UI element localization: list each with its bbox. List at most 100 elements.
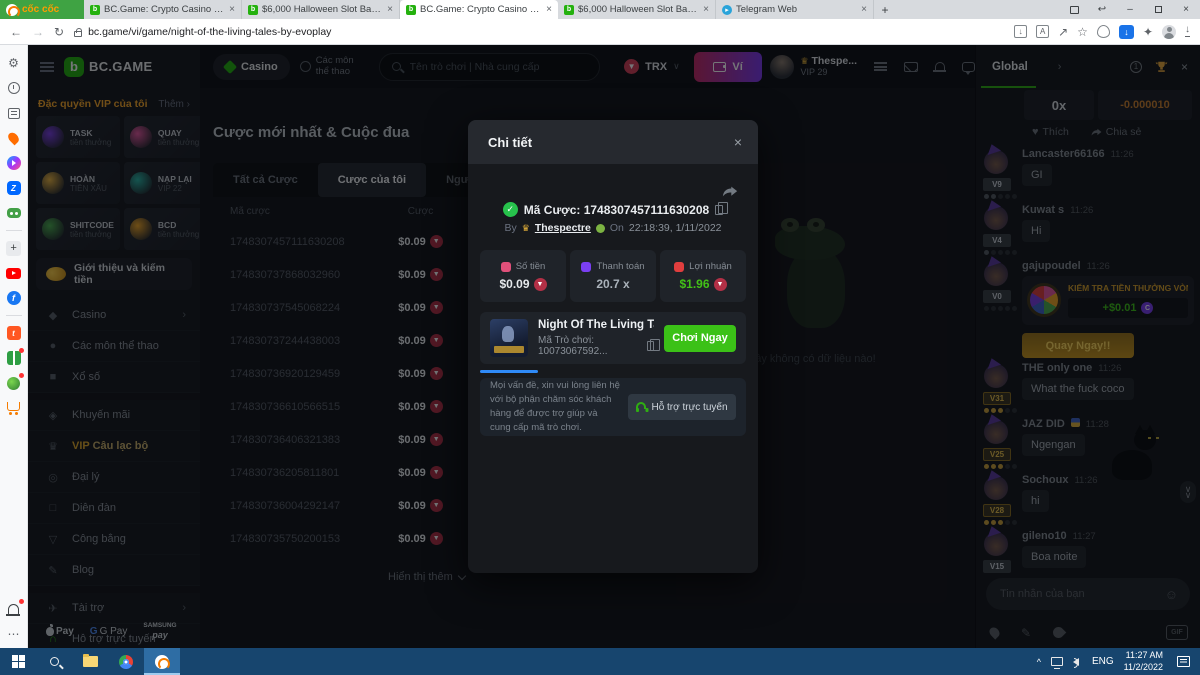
file-explorer-icon[interactable] (72, 648, 108, 675)
verified-shield-icon: ✓ (502, 202, 518, 217)
add-shortcut-icon[interactable]: + (6, 240, 22, 256)
game-id-value: 10073067592... (538, 346, 608, 357)
extensions-icon[interactable]: ✦ (1143, 26, 1153, 38)
coccoc-taskbar-icon[interactable] (144, 648, 180, 675)
sidebar-divider (5, 230, 22, 231)
send-to-device-icon[interactable]: ↓ (1014, 25, 1028, 38)
notification-bell-icon[interactable] (6, 599, 24, 617)
screen: cốc cốc b BC.Game: Crypto Casino Gan × b $6,… (0, 0, 1200, 675)
modal-title: Chi tiết (488, 134, 533, 150)
chrome-icon[interactable] (108, 648, 144, 675)
browser-tab[interactable]: b $6,000 Halloween Slot Battle × (558, 0, 716, 19)
bcgame-app: b BC.GAME Đặc quyền VIP của tôi Thêm › T… (28, 45, 1200, 648)
coccoc-brand[interactable]: cốc cốc (0, 0, 84, 19)
telegram-favicon-icon: ▸ (722, 4, 732, 15)
bookmark-star-icon[interactable]: ☆ (1077, 26, 1088, 38)
start-button[interactable] (0, 648, 36, 675)
tab-close-icon[interactable]: × (229, 4, 235, 15)
bet-id-row: ✓ Mã Cược: 1748307457111630208 (468, 202, 758, 217)
tab-close-icon[interactable]: × (546, 4, 552, 15)
copy-bet-id-icon[interactable] (715, 202, 729, 215)
game-ball-icon[interactable] (6, 373, 24, 391)
tiki-shop-icon[interactable]: t (6, 325, 22, 341)
address-bar-actions: ↓ A ↗ ☆ ↓ ✦ ↓ (1014, 24, 1190, 39)
bcgame-favicon-icon: b (248, 4, 258, 15)
play-now-button[interactable]: Chơi Ngay (664, 324, 736, 352)
bet-datetime: 22:18:39, 1/11/2022 (628, 222, 722, 234)
window-controls: ↩ – × (1060, 0, 1200, 19)
update-arrow-icon[interactable]: ↩ (1088, 0, 1116, 19)
sidebar-divider (5, 315, 22, 316)
stat-value: $0.09 ▼ (499, 277, 547, 291)
reload-icon[interactable]: ↻ (54, 26, 64, 38)
tab-list: b BC.Game: Crypto Casino Gan × b $6,000 Hall… (84, 0, 874, 19)
facebook-icon[interactable]: f (6, 290, 22, 306)
adblock-shield-icon[interactable] (1096, 25, 1110, 38)
player-name-link[interactable]: Thespectre (535, 222, 591, 234)
frog-emoji-icon (595, 223, 605, 233)
modal-close-icon[interactable]: × (734, 134, 742, 150)
browser-tab[interactable]: b $6,000 Halloween Slot Battle × (242, 0, 400, 19)
close-window-button[interactable]: × (1172, 0, 1200, 19)
system-tray: ^ ENG 11:27 AM 11/2/2022 (1037, 650, 1200, 673)
taskbar-search-icon[interactable] (36, 648, 72, 675)
stat-card: Thanh toán 20.7 x (570, 250, 656, 302)
stat-label: Thanh toán (596, 261, 645, 272)
network-icon[interactable] (1050, 657, 1063, 669)
maximize-button[interactable] (1144, 0, 1172, 19)
game-thumbnail[interactable] (490, 319, 528, 357)
settings-gear-icon[interactable]: ⚙ (6, 55, 22, 71)
share-page-icon[interactable]: ↗ (1058, 26, 1068, 38)
minimize-button[interactable]: – (1116, 0, 1144, 19)
stat-label: Lợi nhuận (689, 261, 732, 272)
headset-icon (635, 402, 647, 412)
tab-close-icon[interactable]: × (387, 4, 393, 15)
tab-title: BC.Game: Crypto Casino Gan (420, 4, 543, 15)
games-icon[interactable] (6, 205, 22, 221)
stat-label: Số tiền (515, 261, 546, 272)
tab-title: Telegram Web (736, 4, 798, 15)
windows-taskbar: ^ ENG 11:27 AM 11/2/2022 (0, 648, 1200, 675)
browser-tab[interactable]: b BC.Game: Crypto Casino Gan × (84, 0, 242, 19)
tab-close-icon[interactable]: × (861, 4, 867, 15)
messenger-icon[interactable] (6, 155, 22, 171)
trx-coin-icon: ▼ (533, 277, 547, 291)
bet-stats: Số tiền $0.09 ▼ Thanh toán 20.7 x Lợi nhuận $1… (480, 250, 746, 302)
volume-icon[interactable] (1072, 657, 1079, 668)
taskbar-clock[interactable]: 11:27 AM 11/2/2022 (1124, 650, 1163, 673)
hot-trending-icon[interactable] (6, 130, 22, 146)
bet-id-value: 1748307457111630208 (583, 202, 710, 217)
news-feed-icon[interactable] (6, 105, 22, 121)
bcgame-favicon-icon: b (406, 4, 416, 15)
stat-icon (581, 261, 592, 272)
copy-game-id-icon[interactable] (647, 338, 660, 351)
input-language[interactable]: ENG (1092, 656, 1114, 667)
browser-sidebar: ⚙ Z + f t ⋯ (0, 45, 28, 648)
tab-close-icon[interactable]: × (703, 4, 709, 15)
youtube-icon[interactable] (6, 265, 22, 281)
downloads-tray-icon[interactable]: ↓ (1185, 25, 1190, 37)
download-manager-icon[interactable]: ↓ (1118, 24, 1134, 39)
more-options-icon[interactable]: ⋯ (6, 626, 22, 642)
bet-details-modal: Chi tiết × ✓ Mã Cược: 174830745711163020… (468, 120, 758, 573)
url-box[interactable]: bc.game/vi/game/night-of-the-living-tale… (74, 26, 1004, 38)
browser-tab[interactable]: b BC.Game: Crypto Casino Gan × (400, 0, 558, 19)
stat-card: Số tiền $0.09 ▼ (480, 250, 566, 302)
back-icon[interactable]: ← (10, 26, 22, 38)
shopping-cart-icon[interactable] (6, 400, 22, 416)
tray-expand-icon[interactable]: ^ (1037, 657, 1041, 667)
reader-mode-icon[interactable] (1060, 0, 1088, 19)
new-tab-button[interactable]: + (874, 0, 896, 19)
history-clock-icon[interactable] (6, 80, 22, 96)
lock-icon (74, 27, 83, 37)
profile-avatar[interactable] (1162, 24, 1176, 39)
bcgame-favicon-icon: b (564, 4, 574, 15)
share-bet-icon[interactable] (722, 184, 738, 202)
url-text[interactable]: bc.game/vi/game/night-of-the-living-tale… (88, 26, 331, 38)
action-center-icon[interactable] (1177, 656, 1190, 667)
translate-icon[interactable]: A (1036, 25, 1050, 38)
live-support-button[interactable]: Hỗ trợ trực tuyến (628, 394, 736, 420)
zalo-icon[interactable]: Z (6, 180, 22, 196)
gift-rewards-icon[interactable] (6, 348, 24, 366)
browser-tab[interactable]: ▸ Telegram Web × (716, 0, 874, 19)
